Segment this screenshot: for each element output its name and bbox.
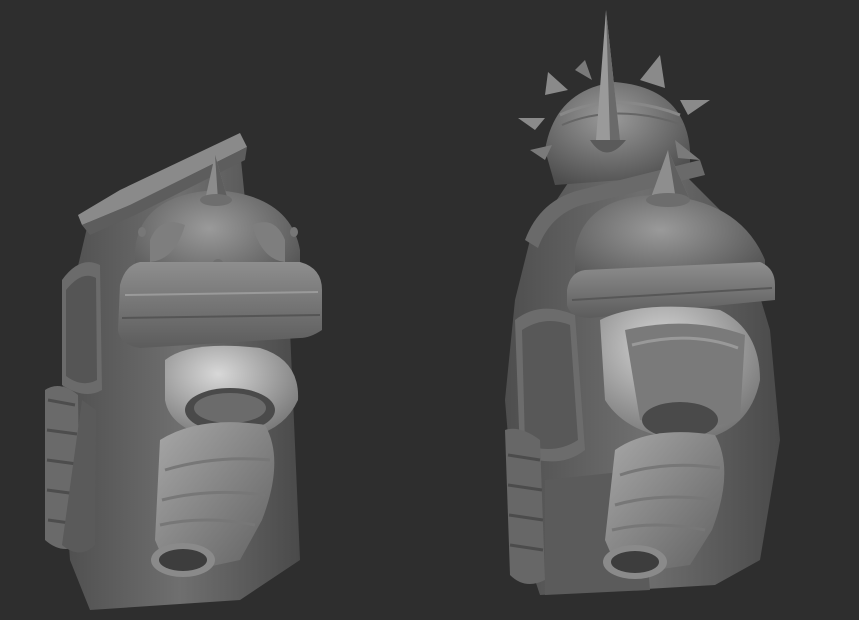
armor-sculpt-right-view [505, 10, 780, 595]
right-belly-plates [505, 428, 545, 584]
left-pauldron-rim [118, 262, 322, 348]
sculpt-viewport[interactable] [0, 0, 859, 620]
right-crown-spike [545, 72, 568, 95]
sculpt-render [45, 10, 780, 610]
armor-sculpt-left-view [45, 133, 322, 610]
